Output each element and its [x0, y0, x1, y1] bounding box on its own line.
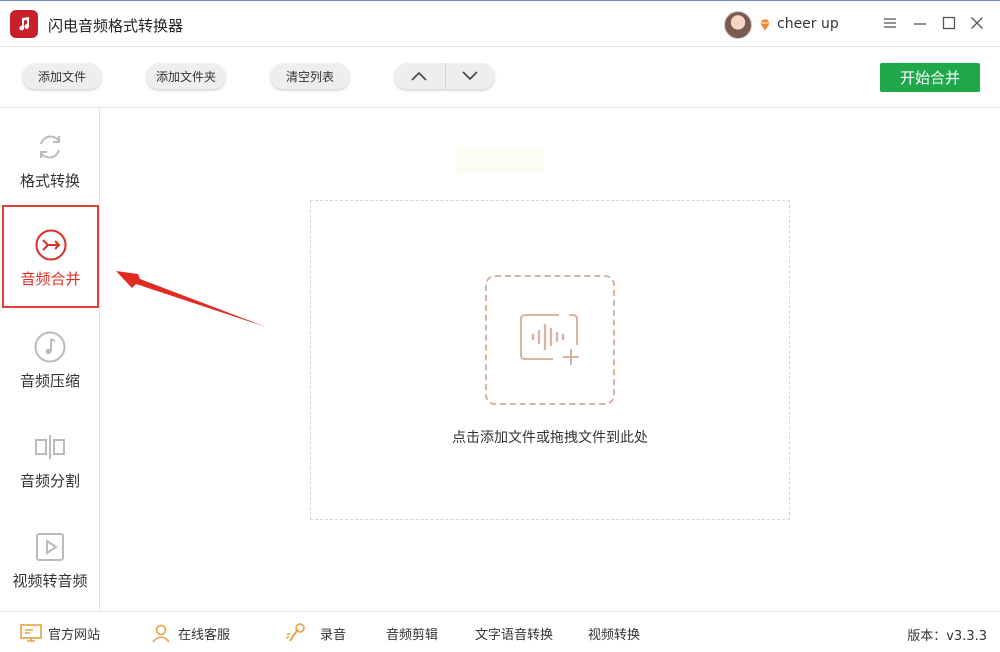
sidebar-item-label: 视频转音频	[12, 572, 88, 590]
version-text: 版本：v3.3.3	[907, 629, 987, 644]
drop-hint-text: 点击添加文件或拖拽文件到此处	[452, 430, 648, 446]
sidebar-item-label: 格式转换	[19, 172, 80, 190]
audio-edit-link[interactable]: 音频剪辑	[386, 623, 438, 643]
sidebar-item-audio-merge[interactable]: 音频合并	[2, 205, 99, 308]
refresh-icon	[33, 130, 67, 164]
sidebar-item-audio-compress[interactable]: 音频压缩	[0, 308, 100, 408]
toolbar: 添加文件 添加文件夹 清空列表 开始合并	[0, 48, 1000, 108]
minimize-icon[interactable]	[912, 15, 928, 31]
sidebar-item-label: 音频合并	[20, 270, 81, 288]
online-support-link[interactable]: 在线客服	[150, 623, 230, 643]
move-up-button[interactable]	[394, 63, 445, 89]
footer: 官方网站 在线客服 录音 音频剪辑 文字语音转换 视频转换 版本：v3.3.3	[0, 611, 1000, 652]
vip-diamond-icon	[758, 17, 772, 31]
merge-icon	[34, 228, 68, 262]
video-convert-link[interactable]: 视频转换	[588, 623, 640, 643]
user-support-icon	[150, 623, 172, 643]
monitor-icon	[20, 623, 42, 643]
record-label: 录音	[320, 627, 347, 643]
app-window: 闪电音频格式转换器 cheer up 添加文件 添加文件夹 清空列表 开始合并 …	[0, 0, 1000, 652]
start-merge-button[interactable]: 开始合并	[880, 63, 980, 92]
username[interactable]: cheer up	[777, 16, 839, 32]
tts-link[interactable]: 文字语音转换	[475, 623, 553, 643]
menu-icon[interactable]	[882, 15, 898, 31]
sidebar: 格式转换 音频合并 音频压缩 音频分割 视频转音频	[0, 108, 100, 611]
maximize-icon[interactable]	[941, 15, 957, 31]
official-website-link[interactable]: 官方网站	[20, 623, 100, 643]
app-title: 闪电音频格式转换器	[48, 17, 184, 35]
record-link[interactable]: 录音	[284, 623, 346, 643]
sidebar-item-label: 音频分割	[19, 472, 80, 490]
app-logo-icon	[10, 10, 38, 38]
microphone-icon	[284, 623, 306, 643]
clear-list-button[interactable]: 清空列表	[270, 63, 350, 89]
add-audio-button[interactable]	[485, 275, 615, 405]
online-support-label: 在线客服	[178, 627, 231, 643]
title-bar: 闪电音频格式转换器 cheer up	[0, 0, 1000, 47]
close-icon[interactable]	[969, 15, 985, 31]
add-folder-button[interactable]: 添加文件夹	[146, 63, 226, 89]
sidebar-item-format-convert[interactable]: 格式转换	[0, 108, 100, 208]
avatar[interactable]	[724, 11, 752, 39]
annotation-arrow-icon	[116, 271, 266, 327]
play-icon	[33, 530, 67, 564]
move-down-button[interactable]	[444, 63, 496, 89]
split-icon	[33, 430, 67, 464]
add-file-button[interactable]: 添加文件	[22, 63, 102, 89]
faint-banner	[456, 147, 544, 174]
chevron-up-icon	[411, 71, 427, 81]
music-note-icon	[33, 330, 67, 364]
add-audio-icon	[520, 314, 579, 365]
sidebar-item-video-to-audio[interactable]: 视频转音频	[0, 508, 100, 608]
chevron-down-icon	[462, 71, 478, 81]
official-website-label: 官方网站	[48, 627, 101, 643]
move-buttons	[394, 63, 495, 89]
sidebar-item-audio-split[interactable]: 音频分割	[0, 408, 100, 508]
sidebar-item-label: 音频压缩	[19, 372, 80, 390]
